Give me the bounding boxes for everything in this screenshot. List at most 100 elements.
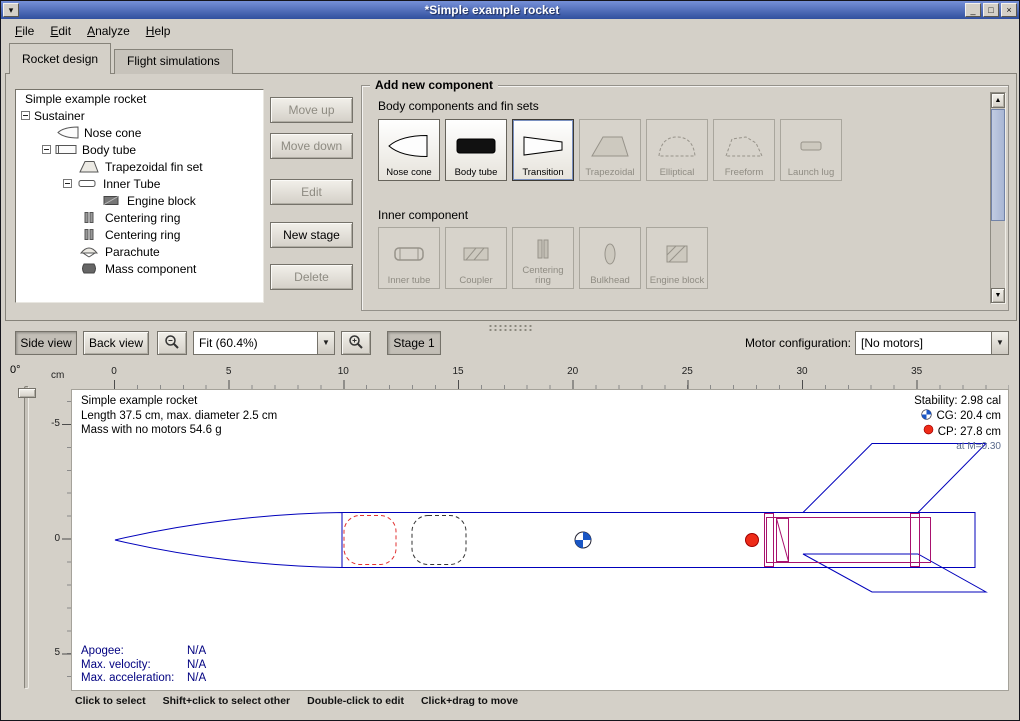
engine-block-icon [648, 231, 706, 276]
application-window: ▾ *Simple example rocket _ □ × File Edit… [0, 0, 1020, 721]
tree-row-parachute[interactable]: Parachute [16, 243, 263, 260]
freeform-fin-icon [715, 123, 773, 168]
add-elliptical-fin-button[interactable]: Elliptical [646, 119, 708, 181]
menu-help[interactable]: Help [138, 21, 179, 41]
tree-row-centering-ring-1[interactable]: Centering ring [16, 209, 263, 226]
menu-file[interactable]: File [7, 21, 42, 41]
maximize-button[interactable]: □ [983, 3, 999, 17]
chevron-down-icon[interactable]: ▼ [317, 332, 334, 354]
tree-row-rocket[interactable]: Simple example rocket [16, 90, 263, 107]
cg-symbol[interactable] [575, 532, 591, 548]
body-tube-outline[interactable] [342, 513, 975, 568]
tree-row-fin-set[interactable]: Trapezoidal fin set [16, 158, 263, 175]
max-velocity-label: Max. velocity: [81, 659, 187, 673]
h-ruler-label: 25 [676, 366, 698, 377]
tree-row-centering-ring-2[interactable]: Centering ring [16, 226, 263, 243]
minimize-button[interactable]: _ [965, 3, 981, 17]
scroll-up-icon[interactable]: ▲ [991, 93, 1005, 108]
tree-row-engine-block[interactable]: Engine block [16, 192, 263, 209]
add-coupler-button[interactable]: Coupler [445, 227, 507, 289]
cp-symbol[interactable] [746, 534, 759, 547]
add-bulkhead-button[interactable]: Bulkhead [579, 227, 641, 289]
splitter-handle[interactable] [488, 324, 534, 332]
move-up-button[interactable]: Move up [270, 97, 353, 123]
add-transition-button[interactable]: Transition [512, 119, 574, 181]
zoom-in-button[interactable] [341, 331, 371, 355]
menu-edit[interactable]: Edit [42, 21, 79, 41]
tab-rocket-design[interactable]: Rocket design [9, 43, 111, 74]
new-stage-button[interactable]: New stage [270, 222, 353, 248]
motor-configuration-select[interactable]: [No motors] ▼ [855, 331, 1009, 355]
add-inner-tube-button[interactable]: Inner tube [378, 227, 440, 289]
h-ruler-label: 15 [447, 366, 469, 377]
add-centering-ring-button[interactable]: Centering ring [512, 227, 574, 289]
component-scrollbar[interactable]: ▲ ▼ [990, 92, 1006, 304]
centering-ring-front-outline[interactable] [765, 514, 774, 567]
nose-cone-icon [380, 123, 438, 168]
nose-cone-outline[interactable] [115, 513, 342, 568]
v-ruler-label: 5 [46, 647, 60, 658]
bulkhead-icon [581, 231, 639, 276]
body-tube-icon [447, 123, 505, 168]
rotation-slider[interactable] [24, 386, 29, 689]
centering-ring-rear-outline[interactable] [911, 514, 920, 567]
add-trapezoidal-fin-button[interactable]: Trapezoidal [579, 119, 641, 181]
back-view-button[interactable]: Back view [83, 331, 149, 355]
side-view-button[interactable]: Side view [15, 331, 77, 355]
component-tree[interactable]: Simple example rocket Sustainer Nose con… [15, 89, 264, 303]
tab-flight-simulations[interactable]: Flight simulations [114, 49, 233, 74]
h-ruler-label: 0 [103, 366, 125, 377]
engine-block-icon [99, 194, 123, 207]
rocket-info: Simple example rocket Length 37.5 cm, ma… [81, 394, 277, 438]
v-ruler-label: -5 [46, 418, 60, 429]
mass-component-outline[interactable] [344, 516, 396, 565]
rocket-name: Simple example rocket [81, 394, 277, 409]
zoom-out-button[interactable] [157, 331, 187, 355]
stability-value: Stability: 2.98 cal [914, 394, 1001, 409]
tree-label: Mass component [101, 262, 196, 276]
trapezoidal-fin-icon [581, 123, 639, 168]
nose-cone-icon [56, 126, 80, 139]
tree-row-nose-cone[interactable]: Nose cone [16, 124, 263, 141]
chevron-down-icon[interactable]: ▼ [991, 332, 1008, 354]
delete-button[interactable]: Delete [270, 264, 353, 290]
zoom-in-icon [348, 336, 364, 350]
zoom-select[interactable]: Fit (60.4%) ▼ [193, 331, 335, 355]
hint-shift-click: Shift+click to select other [163, 695, 291, 707]
menu-bar: File Edit Analyze Help [1, 19, 1019, 43]
fin-lower-outline[interactable] [803, 554, 986, 592]
add-engine-block-button[interactable]: Engine block [646, 227, 708, 289]
window-menu-icon[interactable]: ▾ [3, 3, 19, 17]
collapse-icon[interactable] [42, 145, 51, 154]
cg-icon [921, 409, 932, 425]
parachute-outline[interactable] [412, 516, 466, 565]
collapse-icon[interactable] [63, 179, 72, 188]
add-body-tube-button[interactable]: Body tube [445, 119, 507, 181]
add-nose-cone-button[interactable]: Nose cone [378, 119, 440, 181]
close-button[interactable]: × [1001, 3, 1017, 17]
launch-lug-icon [782, 123, 840, 168]
scrollbar-thumb[interactable] [991, 109, 1005, 221]
max-velocity-value: N/A [187, 659, 206, 673]
inner-tube-icon [380, 231, 438, 276]
stage-1-toggle[interactable]: Stage 1 [387, 331, 441, 355]
move-down-button[interactable]: Move down [270, 133, 353, 159]
h-ruler-label: 30 [791, 366, 813, 377]
tree-row-inner-tube[interactable]: Inner Tube [16, 175, 263, 192]
add-launch-lug-button[interactable]: Launch lug [780, 119, 842, 181]
scroll-down-icon[interactable]: ▼ [991, 288, 1005, 303]
add-freeform-fin-button[interactable]: Freeform [713, 119, 775, 181]
tree-row-body-tube[interactable]: Body tube [16, 141, 263, 158]
menu-analyze[interactable]: Analyze [79, 21, 138, 41]
edit-button[interactable]: Edit [270, 179, 353, 205]
tree-label: Simple example rocket [21, 92, 146, 106]
inner-tube-outline[interactable] [767, 518, 931, 563]
zoom-out-icon [164, 336, 180, 350]
add-component-group: Add new component Body components and fi… [361, 85, 1009, 311]
tree-row-mass-component[interactable]: Mass component [16, 260, 263, 277]
title-bar[interactable]: ▾ *Simple example rocket _ □ × [1, 1, 1019, 19]
rotation-slider-handle[interactable] [18, 388, 36, 398]
rocket-figure-canvas[interactable]: Simple example rocket Length 37.5 cm, ma… [71, 389, 1009, 691]
tree-row-sustainer[interactable]: Sustainer [16, 107, 263, 124]
collapse-icon[interactable] [21, 111, 30, 120]
